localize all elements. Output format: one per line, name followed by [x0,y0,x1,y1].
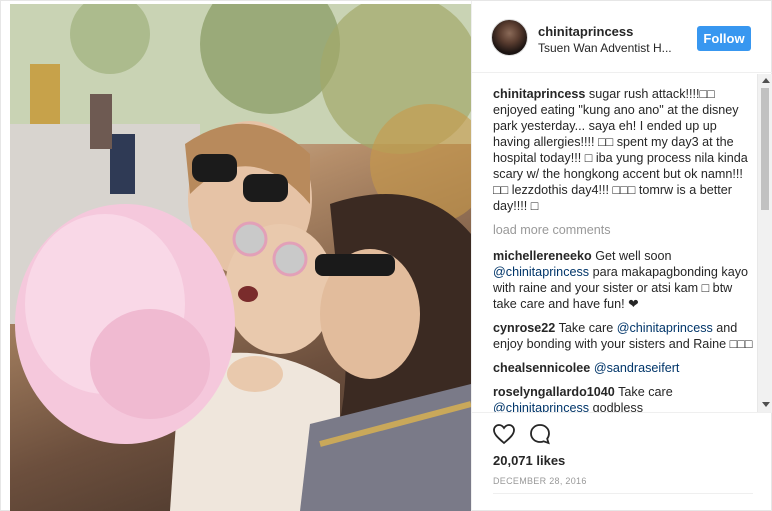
post-header: chinitaprincess Tsuen Wan Adventist H...… [472,1,772,73]
comment-bubble-icon[interactable] [528,422,552,446]
heart-icon[interactable] [492,422,516,446]
profile-avatar[interactable] [491,19,528,56]
caption: chinitaprincess sugar rush attack!!!!□□ … [493,86,753,214]
comment-text: godbless [589,401,644,412]
comment-item: roselyngallardo1040 Take care @chinitapr… [493,384,753,412]
comment-item: cynrose22 Take care @chinitaprincess and… [493,320,753,352]
comment-mention[interactable]: @chinitaprincess [617,321,713,335]
follow-button[interactable]: Follow [697,26,751,51]
scrollbar-thumb[interactable] [761,88,769,210]
scroll-down-arrow-icon[interactable] [762,402,770,407]
caption-username[interactable]: chinitaprincess [493,87,585,101]
comment-mention[interactable]: @chinitaprincess [493,401,589,412]
post-side-panel: chinitaprincess Tsuen Wan Adventist H...… [471,1,772,511]
comment-username[interactable]: cynrose22 [493,321,555,335]
header-username[interactable]: chinitaprincess [538,24,633,39]
comment-text: Take care [558,321,617,335]
divider [493,493,753,494]
comment-item: michellereneeko Get well soon @chinitapr… [493,248,753,312]
post-date: DECEMBER 28, 2016 [493,476,587,486]
scroll-up-arrow-icon[interactable] [762,78,770,83]
header-location[interactable]: Tsuen Wan Adventist H... [538,41,688,55]
comment-text: Take care [618,385,673,399]
post-actions [472,412,772,452]
comment-username[interactable]: chealsennicolee [493,361,590,375]
photo-illustration [10,4,471,511]
comments-section[interactable]: chinitaprincess sugar rush attack!!!!□□ … [472,74,772,412]
comments-scrollbar[interactable] [757,74,772,412]
comment-mention[interactable]: @sandraseifert [594,361,680,375]
comment-text: Get well soon [595,249,672,263]
comment-mention[interactable]: @chinitaprincess [493,265,589,279]
caption-text: sugar rush attack!!!!□□ enjoyed eating "… [493,87,748,213]
comment-username[interactable]: michellereneeko [493,249,592,263]
likes-count[interactable]: 20,071 likes [493,453,565,468]
post-photo[interactable] [10,4,471,511]
comment-username[interactable]: roselyngallardo1040 [493,385,615,399]
instagram-post-window: chinitaprincess Tsuen Wan Adventist H...… [0,0,772,511]
load-more-comments-link[interactable]: load more comments [493,222,753,238]
comment-item: chealsennicolee @sandraseifert [493,360,753,376]
